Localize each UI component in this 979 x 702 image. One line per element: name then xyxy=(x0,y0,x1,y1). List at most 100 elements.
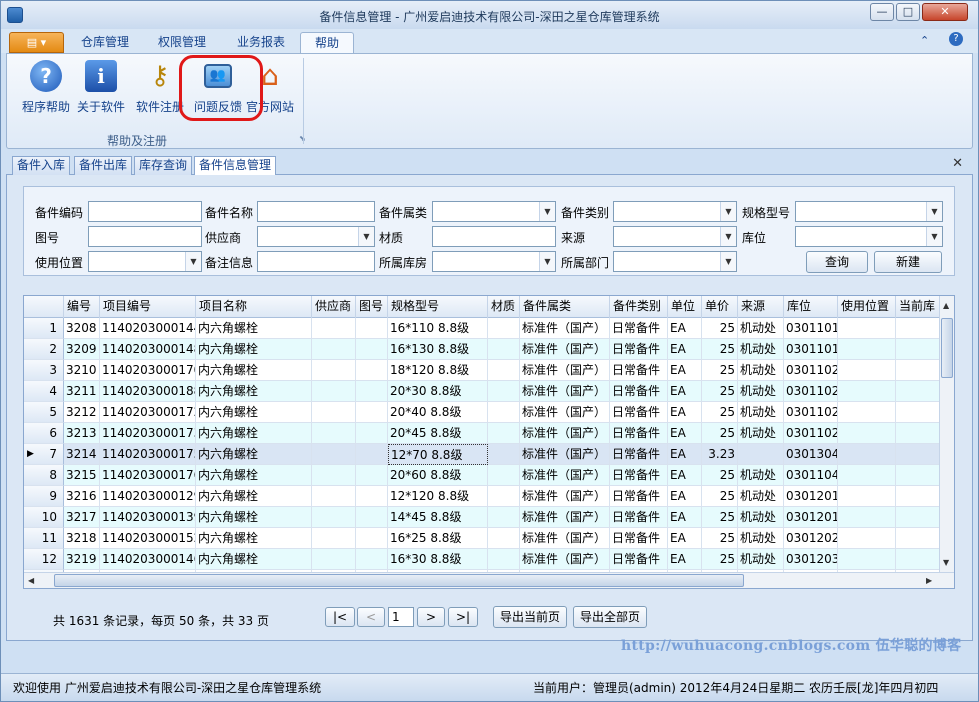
title-bar[interactable]: 备件信息管理 - 广州爱启迪技术有限公司-深田之星仓库管理系统 — □ ✕ xyxy=(1,1,978,29)
cell-loc[interactable]: 0301201 xyxy=(784,486,838,507)
cell-empty[interactable] xyxy=(488,549,520,570)
cell-pid[interactable]: 1140203000173 xyxy=(100,423,196,444)
cell-src[interactable]: 机动处 xyxy=(738,486,784,507)
cell-empty[interactable] xyxy=(312,528,356,549)
cell-pid[interactable]: 1140203000129 xyxy=(100,486,196,507)
column-header[interactable]: 项目名称 xyxy=(196,296,312,318)
table-row[interactable]: 8 3215 1140203000176 内六角螺栓 20*60 8.8级 标准件（国产）… xyxy=(24,465,954,486)
cell-price[interactable]: 25 xyxy=(702,402,738,423)
cell-pid[interactable]: 1140203000170 xyxy=(100,360,196,381)
cell-name[interactable]: 内六角螺栓 xyxy=(196,402,312,423)
page-number-input[interactable]: 1 xyxy=(388,607,414,627)
cell-name[interactable]: 内六角螺栓 xyxy=(196,528,312,549)
cell-src[interactable]: 机动处 xyxy=(738,339,784,360)
prev-page-button[interactable]: < xyxy=(357,607,385,627)
cell-attr[interactable]: 标准件（国产） xyxy=(520,444,610,465)
cell-unit[interactable]: EA xyxy=(668,465,702,486)
cell-empty[interactable] xyxy=(356,339,388,360)
cell-spec[interactable]: 14*45 8.8级 xyxy=(388,507,488,528)
cell-loc[interactable]: 0301102 xyxy=(784,360,838,381)
cell-spec[interactable]: 20*40 8.8级 xyxy=(388,402,488,423)
cell-pid[interactable]: 1140203000146 xyxy=(100,549,196,570)
maximize-button[interactable]: □ xyxy=(896,3,920,21)
table-row[interactable]: 3 3210 1140203000170 内六角螺栓 18*120 8.8级 标准件（国产… xyxy=(24,360,954,381)
new-button[interactable]: 新建 xyxy=(874,251,942,273)
cell-name[interactable]: 内六角螺栓 xyxy=(196,444,312,465)
cell-empty[interactable] xyxy=(312,507,356,528)
cell-empty[interactable] xyxy=(312,549,356,570)
column-header[interactable]: 供应商 xyxy=(312,296,356,318)
cell-empty[interactable] xyxy=(312,423,356,444)
cell-empty[interactable] xyxy=(488,507,520,528)
column-header[interactable]: 材质 xyxy=(488,296,520,318)
cell-price[interactable]: 25 xyxy=(702,339,738,360)
cell-id[interactable]: 3210 xyxy=(64,360,100,381)
horizontal-scroll-thumb[interactable] xyxy=(54,574,744,587)
cell-empty[interactable] xyxy=(838,528,896,549)
horizontal-scrollbar[interactable]: ◀ ▶ xyxy=(24,572,954,588)
drawing-no-input[interactable] xyxy=(88,226,202,247)
scroll-right-icon[interactable]: ▶ xyxy=(926,576,932,585)
cell-price[interactable]: 25 xyxy=(702,528,738,549)
close-button[interactable]: ✕ xyxy=(922,3,968,21)
cell-empty[interactable] xyxy=(488,318,520,339)
cell-empty[interactable] xyxy=(488,402,520,423)
cell-unit[interactable]: EA xyxy=(668,339,702,360)
cell-empty[interactable] xyxy=(838,339,896,360)
cell-cat[interactable]: 日常备件 xyxy=(610,465,668,486)
table-row[interactable]: 12 3219 1140203000146 内六角螺栓 16*30 8.8级 标准件（国产… xyxy=(24,549,954,570)
scroll-left-icon[interactable]: ◀ xyxy=(28,576,34,585)
cell-id[interactable]: 3215 xyxy=(64,465,100,486)
cell-empty[interactable] xyxy=(356,549,388,570)
cell-name[interactable]: 内六角螺栓 xyxy=(196,549,312,570)
row-number[interactable]: 11 xyxy=(24,528,64,549)
cell-id[interactable]: 3214 xyxy=(64,444,100,465)
row-number[interactable]: 12 xyxy=(24,549,64,570)
cell-src[interactable]: 机动处 xyxy=(738,402,784,423)
cell-cat[interactable]: 日常备件 xyxy=(610,549,668,570)
table-row[interactable]: 6 3213 1140203000173 内六角螺栓 20*45 8.8级 标准件（国产）… xyxy=(24,423,954,444)
cell-id[interactable]: 3213 xyxy=(64,423,100,444)
table-row[interactable]: 10 3217 1140203000139 内六角螺栓 14*45 8.8级 标准件（国产… xyxy=(24,507,954,528)
cell-empty[interactable] xyxy=(356,444,388,465)
cell-empty[interactable] xyxy=(312,465,356,486)
cell-empty[interactable] xyxy=(312,402,356,423)
vertical-scrollbar[interactable]: ▲ ▼ xyxy=(939,296,954,573)
column-header[interactable]: 项目编号 xyxy=(100,296,196,318)
query-button[interactable]: 查询 xyxy=(806,251,868,273)
table-row[interactable]: 11 3218 1140203000152 内六角螺栓 16*25 8.8级 标准件（国产… xyxy=(24,528,954,549)
cell-loc[interactable]: 0301202 xyxy=(784,528,838,549)
spec-select[interactable] xyxy=(795,201,943,222)
cell-loc[interactable]: 0301102 xyxy=(784,402,838,423)
cell-pid[interactable]: 1140203000139 xyxy=(100,507,196,528)
cell-spec[interactable]: 16*30 8.8级 xyxy=(388,549,488,570)
cell-id[interactable]: 3212 xyxy=(64,402,100,423)
cell-src[interactable]: 机动处 xyxy=(738,360,784,381)
cell-loc[interactable]: 0301201 xyxy=(784,507,838,528)
cell-loc[interactable]: 0301101 xyxy=(784,318,838,339)
cell-cat[interactable]: 日常备件 xyxy=(610,486,668,507)
cell-loc[interactable]: 0301102 xyxy=(784,381,838,402)
ribbon-collapse-icon[interactable]: ⌃ xyxy=(920,34,929,47)
vertical-scroll-thumb[interactable] xyxy=(941,318,953,378)
minimize-button[interactable]: — xyxy=(870,3,894,21)
doc-tab-part-info[interactable]: 备件信息管理 xyxy=(194,156,277,176)
cell-unit[interactable]: EA xyxy=(668,381,702,402)
cell-cat[interactable]: 日常备件 xyxy=(610,339,668,360)
part-code-input[interactable] xyxy=(88,201,202,222)
cell-cat[interactable]: 日常备件 xyxy=(610,360,668,381)
tab-reports[interactable]: 业务报表 xyxy=(226,32,296,53)
cell-src[interactable]: 机动处 xyxy=(738,423,784,444)
program-help-button[interactable]: ? 程序帮助 xyxy=(15,60,77,118)
part-attr-select[interactable] xyxy=(432,201,556,222)
cell-empty[interactable] xyxy=(838,465,896,486)
help-icon[interactable]: ? xyxy=(949,32,963,46)
cell-attr[interactable]: 标准件（国产） xyxy=(520,423,610,444)
close-tab-icon[interactable]: ✕ xyxy=(952,156,963,171)
cell-empty[interactable] xyxy=(838,318,896,339)
column-header[interactable]: 来源 xyxy=(738,296,784,318)
cell-name[interactable]: 内六角螺栓 xyxy=(196,339,312,360)
cell-pid[interactable]: 1140203000152 xyxy=(100,528,196,549)
remark-input[interactable] xyxy=(257,251,375,272)
part-category-select[interactable] xyxy=(613,201,737,222)
